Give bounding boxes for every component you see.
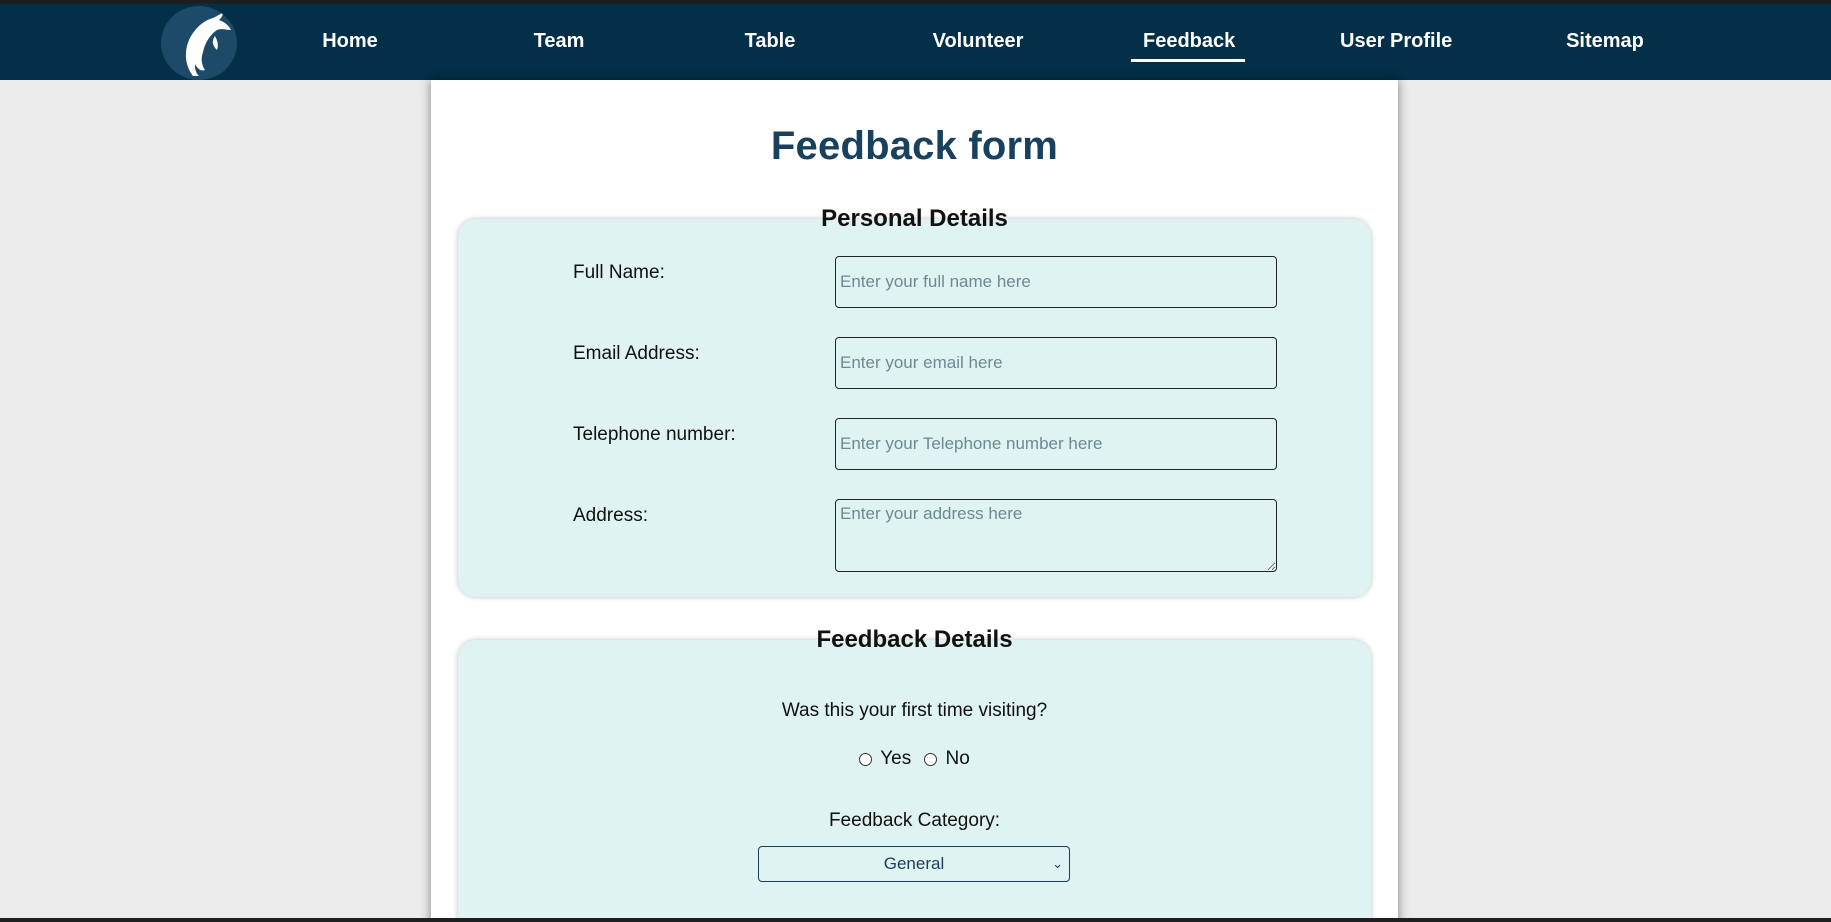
- address-label: Address:: [573, 505, 648, 526]
- no-radio-label: No: [945, 748, 970, 769]
- nav-link-user-profile[interactable]: User Profile: [1340, 26, 1452, 60]
- nav-link-sitemap[interactable]: Sitemap: [1565, 26, 1645, 60]
- first-visit-no-option[interactable]: No: [924, 748, 970, 770]
- first-visit-radio-group: Yes No: [458, 748, 1371, 772]
- dolphin-icon[interactable]: [161, 6, 237, 80]
- nav-link-table[interactable]: Table: [744, 26, 796, 60]
- yes-radio-button[interactable]: [859, 752, 873, 766]
- feedback-details-fieldset: Feedback Details Was this your first tim…: [458, 626, 1371, 918]
- nav-link-volunteer[interactable]: Volunteer: [931, 26, 1025, 60]
- full-name-input[interactable]: [835, 256, 1277, 308]
- top-navigation-bar: Home Team Table Volunteer Feedback User …: [0, 4, 1831, 80]
- telephone-number-label: Telephone number:: [573, 424, 736, 445]
- chevron-down-icon: ⌄: [1052, 856, 1063, 871]
- yes-radio-label: Yes: [880, 748, 912, 769]
- main-content-panel: Feedback form Personal Details Full Name…: [431, 80, 1398, 918]
- email-input[interactable]: [835, 337, 1277, 389]
- no-radio-button[interactable]: [924, 752, 938, 766]
- nav-link-home[interactable]: Home: [322, 26, 378, 60]
- first-visit-yes-option[interactable]: Yes: [859, 748, 911, 770]
- nav-link-team[interactable]: Team: [533, 26, 585, 60]
- feedback-details-legend: Feedback Details: [816, 626, 1013, 653]
- email-address-label: Email Address:: [573, 343, 700, 364]
- personal-details-fieldset: Personal Details Full Name: Email Addres…: [458, 205, 1371, 597]
- address-textarea[interactable]: [835, 499, 1277, 572]
- feedback-category-label: Feedback Category:: [828, 810, 1001, 831]
- first-visit-question: Was this your first time visiting?: [781, 700, 1048, 721]
- full-name-label: Full Name:: [573, 262, 665, 283]
- category-selected-value: General: [883, 854, 945, 873]
- page-title: Feedback form: [770, 124, 1059, 168]
- nav-link-feedback[interactable]: Feedback: [1131, 26, 1245, 62]
- feedback-category-select[interactable]: General ⌄: [758, 846, 1070, 882]
- telephone-input[interactable]: [835, 418, 1277, 470]
- personal-details-legend: Personal Details: [821, 205, 1008, 232]
- browser-viewport: Home Team Table Volunteer Feedback User …: [0, 4, 1831, 918]
